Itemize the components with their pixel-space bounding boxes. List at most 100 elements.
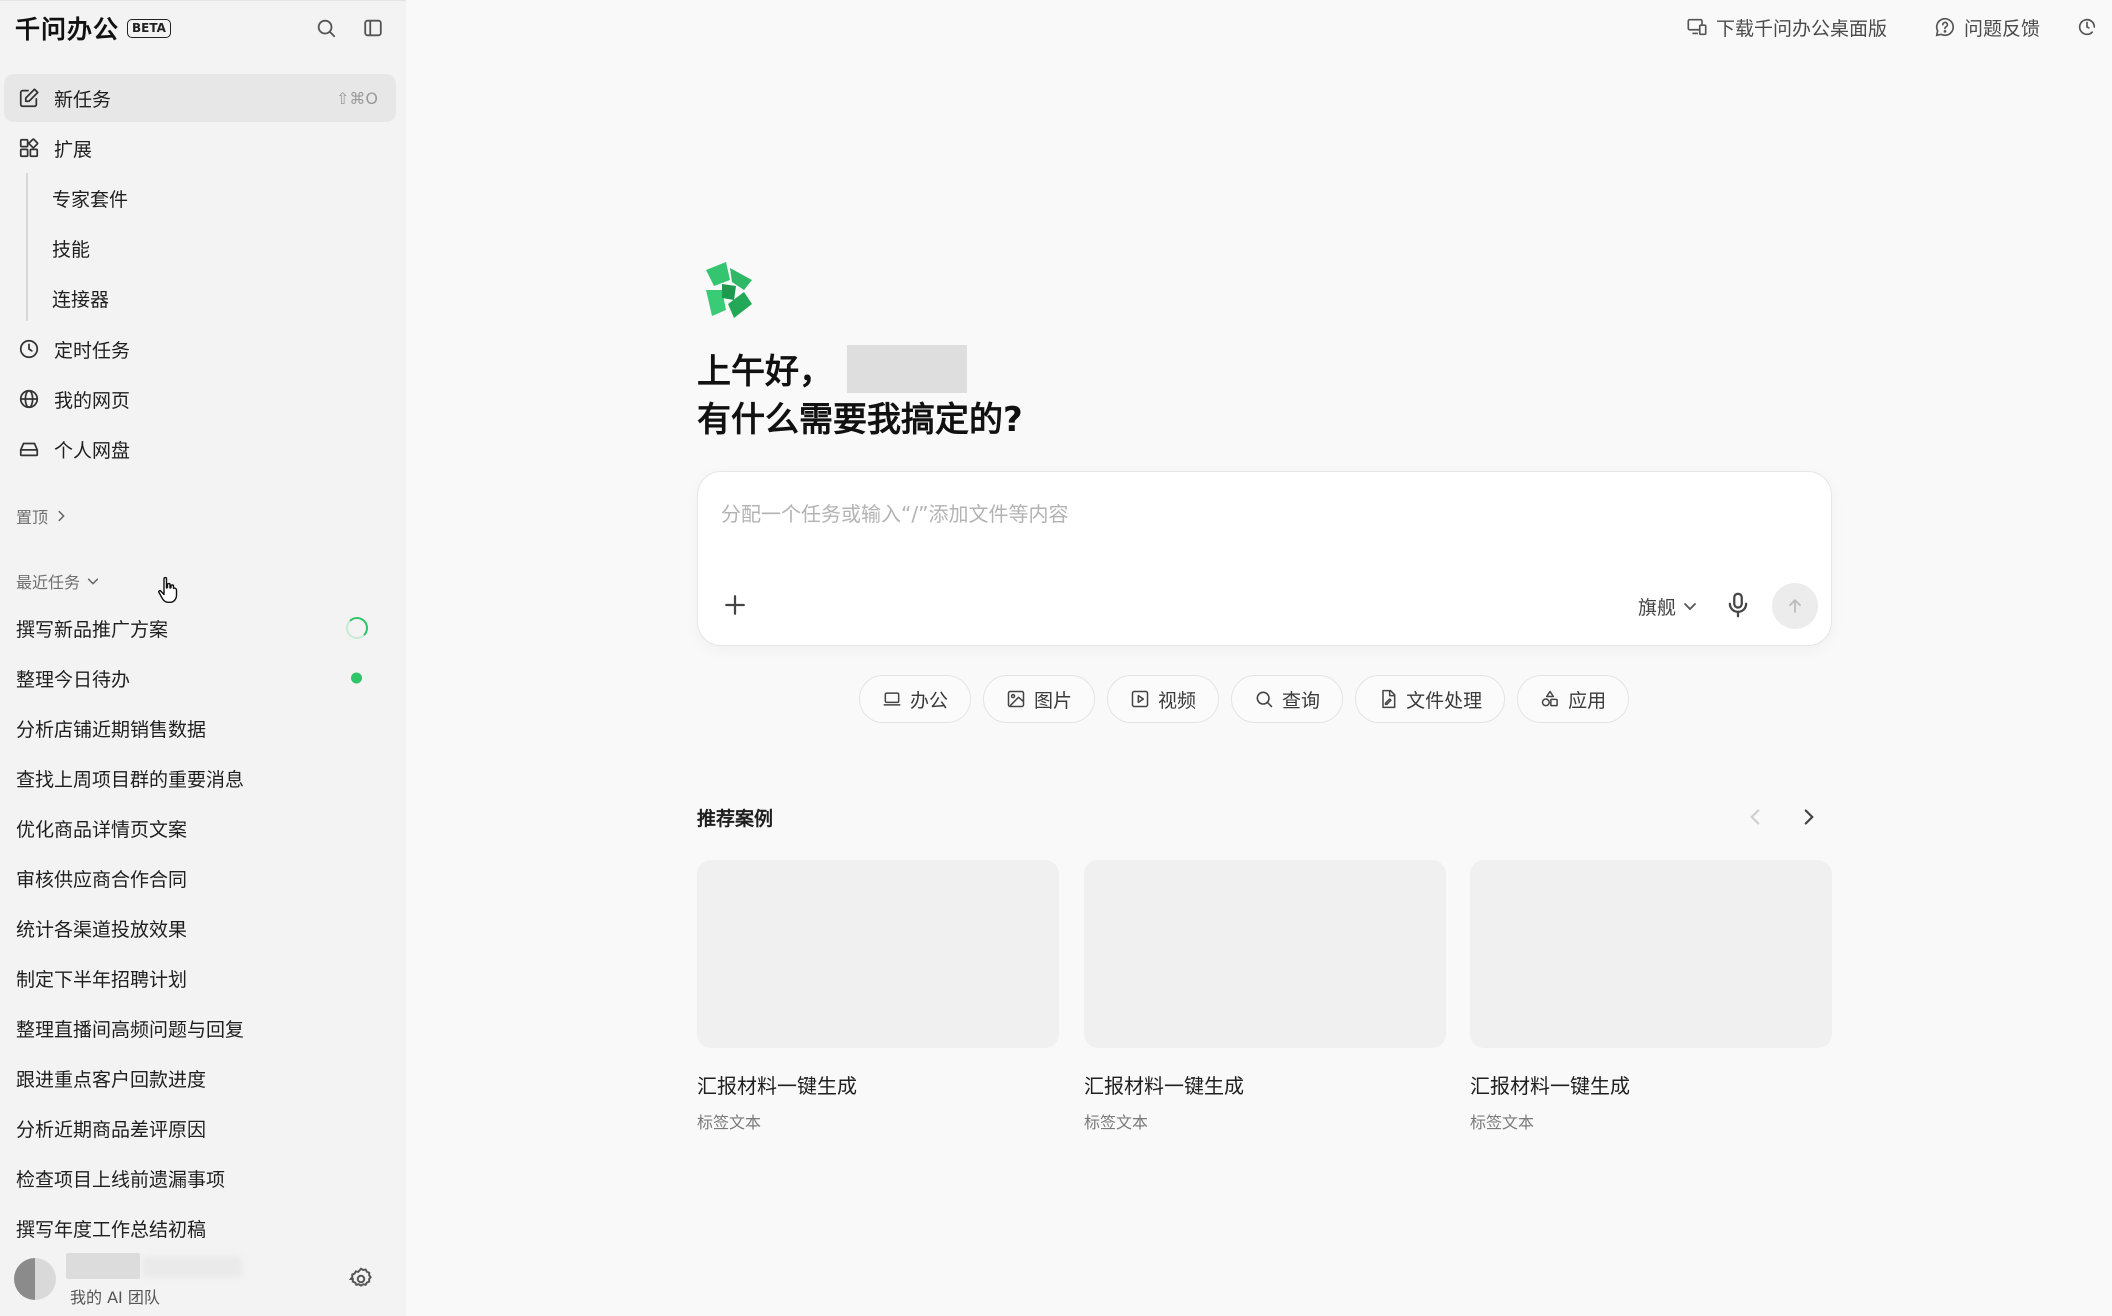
- apps-icon: [1541, 690, 1558, 707]
- nav-expert-suite[interactable]: 专家套件: [52, 178, 128, 218]
- chip-video[interactable]: 视频: [1107, 675, 1220, 723]
- download-label: 下载千问办公桌面版: [1716, 17, 1888, 40]
- recent-task-item[interactable]: 统计各渠道投放效果: [16, 908, 396, 948]
- submenu-line: [26, 173, 28, 321]
- recent-label: 最近任务: [16, 573, 81, 592]
- chip-image[interactable]: 图片: [983, 675, 1096, 723]
- recent-task-item[interactable]: 撰写新品推广方案: [16, 608, 396, 648]
- greeting: 上午好，: [697, 344, 967, 393]
- card-tag: 标签文本: [1470, 1113, 1535, 1132]
- feedback-button[interactable]: 问题反馈: [1934, 12, 2040, 42]
- edit-icon: [16, 85, 42, 111]
- chevron-down-icon: [1684, 603, 1696, 611]
- status-dot-icon: [351, 672, 362, 684]
- nav-connectors[interactable]: 连接器: [52, 278, 109, 318]
- chip-label: 文件处理: [1406, 689, 1483, 712]
- pinned-section-toggle[interactable]: 置顶: [16, 504, 68, 528]
- app-root: 千问办公 BETA 新任务 ⇧⌘O 扩展 专家套件 技能 连接器 定时任务 我的…: [0, 0, 2112, 1316]
- card-thumbnail: [1470, 860, 1832, 1048]
- user-info-redacted: [142, 1256, 242, 1278]
- brand-name: 千问办公: [15, 15, 120, 44]
- recommended-card[interactable]: 汇报材料一键生成 标签文本: [1470, 860, 1832, 1133]
- mouse-cursor-icon: [158, 576, 178, 603]
- recommended-title: 推荐案例: [697, 808, 774, 830]
- recommended-card[interactable]: 汇报材料一键生成 标签文本: [697, 860, 1059, 1133]
- card-title: 汇报材料一键生成: [697, 1074, 857, 1098]
- nav-label: 新任务: [54, 88, 112, 111]
- history-icon: [2078, 18, 2096, 36]
- user-name-redacted: [66, 1253, 140, 1279]
- recent-task-item[interactable]: 查找上周项目群的重要消息: [16, 758, 396, 798]
- card-title: 汇报材料一键生成: [1470, 1074, 1630, 1098]
- nav-label: 我的网页: [54, 389, 131, 412]
- send-button[interactable]: [1772, 583, 1818, 629]
- nav-label: 定时任务: [54, 339, 131, 362]
- chip-label: 应用: [1568, 689, 1607, 712]
- user-bar: 我的 AI 团队: [0, 1240, 406, 1316]
- brand[interactable]: 千问办公 BETA: [15, 11, 171, 45]
- chip-label: 图片: [1034, 689, 1073, 712]
- recent-task-item[interactable]: 制定下半年招聘计划: [16, 958, 396, 998]
- sidebar-collapse-button[interactable]: [359, 14, 387, 42]
- recent-task-item[interactable]: 审核供应商合作合同: [16, 858, 396, 898]
- task-title: 整理今日待办: [16, 668, 131, 691]
- image-icon: [1007, 690, 1025, 708]
- recent-section-toggle[interactable]: 最近任务: [16, 569, 100, 593]
- nav-scheduled-tasks[interactable]: 定时任务: [4, 325, 396, 373]
- model-label: 旗舰: [1638, 596, 1677, 619]
- recent-task-item[interactable]: 检查项目上线前遗漏事项: [16, 1158, 396, 1198]
- nav-new-task[interactable]: 新任务 ⇧⌘O: [4, 74, 396, 122]
- shortcut-hint: ⇧⌘O: [336, 88, 378, 108]
- carousel-next-button[interactable]: [1796, 804, 1822, 830]
- card-tag: 标签文本: [697, 1113, 762, 1132]
- loading-spinner-icon: [346, 617, 368, 639]
- task-input[interactable]: 分配一个任务或输入“/”添加文件等内容: [721, 498, 1068, 527]
- chip-file-processing[interactable]: 文件处理: [1355, 675, 1506, 723]
- recent-task-item[interactable]: 整理今日待办: [16, 658, 396, 698]
- card-thumbnail: [1084, 860, 1446, 1048]
- laptop-icon: [883, 692, 901, 706]
- arrow-up-icon: [1789, 599, 1801, 613]
- history-button[interactable]: [2076, 12, 2106, 42]
- add-attachment-button[interactable]: [720, 590, 750, 620]
- recent-task-item[interactable]: 优化商品详情页文案: [16, 808, 396, 848]
- chip-search[interactable]: 查询: [1231, 675, 1344, 723]
- download-desktop-button[interactable]: 下载千问办公桌面版: [1686, 12, 1887, 42]
- model-select[interactable]: 旗舰: [1638, 592, 1698, 620]
- chevron-down-icon: [87, 578, 99, 585]
- chip-apps[interactable]: 应用: [1517, 675, 1630, 723]
- gear-icon[interactable]: [348, 1266, 374, 1292]
- chip-label: 视频: [1158, 689, 1197, 712]
- globe-icon: [16, 386, 42, 412]
- nav-personal-drive[interactable]: 个人网盘: [4, 425, 396, 473]
- greeting-text: 上午好，: [697, 352, 833, 392]
- card-tag: 标签文本: [1084, 1113, 1149, 1132]
- avatar[interactable]: [14, 1258, 56, 1300]
- task-composer[interactable]: 分配一个任务或输入“/”添加文件等内容 旗舰: [697, 471, 1832, 646]
- user-name-redacted: [847, 344, 967, 393]
- nav-my-pages[interactable]: 我的网页: [4, 375, 396, 423]
- sidebar: 千问办公 BETA 新任务 ⇧⌘O 扩展 专家套件 技能 连接器 定时任务 我的…: [0, 0, 406, 1316]
- search-icon: [1256, 691, 1273, 708]
- chip-office[interactable]: 办公: [859, 675, 972, 723]
- recommended-card[interactable]: 汇报材料一键生成 标签文本: [1084, 860, 1446, 1133]
- chevron-right-icon: [58, 510, 65, 522]
- nav-skills[interactable]: 技能: [52, 228, 90, 268]
- task-done-status: [351, 672, 368, 684]
- search-icon: [317, 19, 336, 38]
- feedback-label: 问题反馈: [1964, 17, 2041, 40]
- carousel-prev-button[interactable]: [1742, 804, 1768, 830]
- microphone-button[interactable]: [1723, 590, 1753, 620]
- clock-icon: [16, 336, 42, 362]
- drive-icon: [16, 436, 42, 462]
- recent-task-item[interactable]: 跟进重点客户回款进度: [16, 1058, 396, 1098]
- recent-task-item[interactable]: 分析近期商品差评原因: [16, 1108, 396, 1148]
- nav-extensions[interactable]: 扩展: [4, 124, 396, 172]
- user-team-label: 我的 AI 团队: [70, 1288, 160, 1307]
- sidebar-search-button[interactable]: [312, 14, 340, 42]
- recent-task-item[interactable]: 整理直播间高频问题与回复: [16, 1008, 396, 1048]
- card-thumbnail: [697, 860, 1059, 1048]
- recent-task-item[interactable]: 分析店铺近期销售数据: [16, 708, 396, 748]
- video-icon: [1131, 690, 1149, 708]
- sidebar-toggle-icon: [364, 19, 382, 37]
